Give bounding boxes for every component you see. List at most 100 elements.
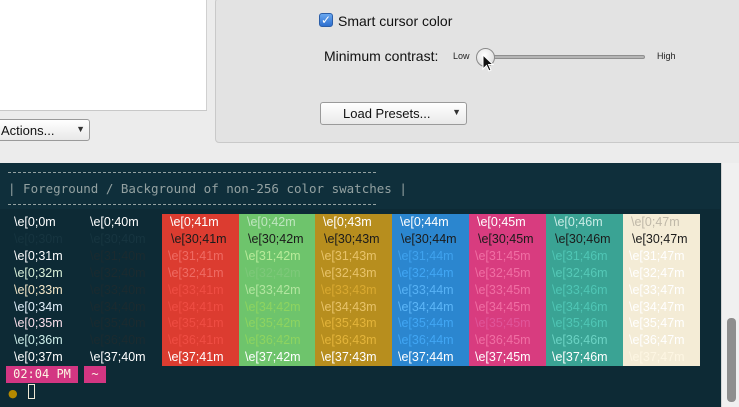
swatch-cell: \e[35;42m [245, 316, 301, 331]
colors-settings-box [215, 0, 739, 143]
swatch-cell: \e[31;40m [90, 248, 146, 263]
swatch-column: \e[0;42m \e[30;42m \e[31;42m \e[32;42m \e[33… [239, 214, 315, 366]
swatch-cell: \e[37;42m [245, 350, 301, 365]
swatch-column: \e[0;46m \e[30;46m \e[31;46m \e[32;46m \e[33… [546, 214, 623, 366]
swatch-cell: \e[0;31m [14, 248, 63, 263]
swatch-cell: \e[36;42m [245, 333, 301, 348]
swatch-cell: \e[0;36m [14, 333, 63, 348]
swatch-cell: \e[33;45m [475, 282, 531, 297]
swatch-cell: \e[34;41m [168, 299, 224, 314]
swatch-cell: \e[35;45m [475, 316, 531, 331]
swatch-cell: \e[33;44m [398, 282, 454, 297]
swatch-cell: \e[34;46m [552, 299, 608, 314]
swatch-cell: \e[33;47m [629, 282, 685, 297]
swatch-cell: \e[0;33m [14, 282, 63, 297]
load-presets-button[interactable]: Load Presets... ▼ [320, 102, 467, 125]
swatch-cell: \e[34;47m [629, 299, 685, 314]
swatch-cell: \e[0;0m [14, 215, 56, 229]
swatch-column: \e[0;45m \e[30;45m \e[31;45m \e[32;45m \e[33… [469, 214, 546, 366]
actions-label: Actions... [1, 123, 55, 138]
swatch-cell: \e[30;40m [90, 231, 146, 246]
minimum-contrast-label: Minimum contrast: [324, 48, 439, 64]
swatch-cell: \e[0;34m [14, 299, 63, 314]
swatch-cell: \e[37;40m [90, 350, 146, 365]
swatch-cell: \e[0;41m [170, 215, 219, 229]
swatch-cell: \e[0;35m [14, 316, 63, 331]
smart-cursor-label: Smart cursor color [338, 13, 453, 29]
terminal-cursor [28, 384, 35, 399]
swatch-cell: \e[0;42m [247, 215, 296, 229]
swatch-cell: \e[32;43m [321, 265, 377, 280]
chevron-down-icon: ▼ [76, 124, 85, 134]
swatch-cell: \e[35;44m [398, 316, 454, 331]
minimum-contrast-slider[interactable] [480, 55, 645, 59]
swatch-cell: \e[0;40m [90, 215, 139, 229]
swatch-cell: \e[30;42m [248, 231, 304, 246]
swatch-cell: \e[33;40m [90, 282, 146, 297]
swatch-cell: \e[32;45m [475, 265, 531, 280]
preferences-pane: Actions... ▼ ✓ Smart cursor color Minimu… [0, 0, 739, 163]
prompt-directory: ~ [84, 366, 106, 383]
swatch-column: \e[0;44m \e[30;44m \e[31;44m \e[32;44m \e[33… [392, 214, 469, 366]
divider [206, 0, 207, 110]
swatch-cell: \e[30;44m [401, 231, 457, 246]
swatch-cell: \e[30;43m [324, 231, 380, 246]
swatch-column: \e[0;40m \e[30;40m \e[31;40m \e[32;40m \e[33… [84, 214, 162, 366]
swatch-cell: \e[0;43m [323, 215, 372, 229]
swatch-cell: \e[35;40m [90, 316, 146, 331]
swatch-cell: \e[31;42m [245, 248, 301, 263]
swatch-cell: \e[32;41m [168, 265, 224, 280]
swatch-cell: \e[31;47m [629, 248, 685, 263]
apple-icon: ● [8, 387, 18, 400]
swatch-cell: \e[36;41m [168, 333, 224, 348]
swatch-cell: \e[34;42m [245, 299, 301, 314]
swatch-cell: \e[32;47m [629, 265, 685, 280]
swatch-cell: \e[31;45m [475, 248, 531, 263]
smart-cursor-checkbox[interactable]: ✓ [319, 13, 333, 27]
swatch-cell: \e[36;43m [321, 333, 377, 348]
swatch-cell: \e[33;46m [552, 282, 608, 297]
slider-low-label: Low [453, 51, 470, 61]
mouse-pointer-icon [482, 54, 494, 72]
swatch-cell: \e[34;43m [321, 299, 377, 314]
swatch-cell: \e[36;46m [552, 333, 608, 348]
swatch-cell: \e[31;43m [321, 248, 377, 263]
swatch-cell: \e[35;47m [629, 316, 685, 331]
swatch-cell: \e[0;30m [14, 231, 63, 246]
swatch-cell: \e[36;40m [90, 333, 146, 348]
swatch-cell: \e[32;40m [90, 265, 146, 280]
swatch-cell: \e[30;47m [632, 231, 688, 246]
swatch-cell: \e[32;46m [552, 265, 608, 280]
scrollbar-thumb[interactable] [727, 318, 736, 402]
swatch-cell: \e[31;41m [168, 248, 224, 263]
swatch-cell: \e[33;42m [245, 282, 301, 297]
swatch-cell: \e[31;44m [398, 248, 454, 263]
actions-popup-button[interactable]: Actions... ▼ [0, 119, 90, 141]
swatch-cell: \e[37;46m [552, 350, 608, 365]
swatch-cell: \e[34;45m [475, 299, 531, 314]
swatch-cell: \e[35;43m [321, 316, 377, 331]
swatch-cell: \e[37;41m [168, 350, 224, 365]
swatch-cell: \e[30;46m [555, 231, 611, 246]
swatch-cell: \e[34;40m [90, 299, 146, 314]
swatch-cell: \e[0;44m [400, 215, 449, 229]
profile-list[interactable] [0, 0, 207, 111]
swatch-cell: \e[0;45m [477, 215, 526, 229]
swatch-column: \e[0;0m \e[0;30m \e[0;31m \e[0;32m \e[0;33m \… [8, 214, 84, 366]
swatch-cell: \e[31;46m [552, 248, 608, 263]
swatch-cell: \e[0;37m [14, 350, 63, 365]
load-presets-label: Load Presets... [343, 106, 431, 121]
swatch-cell: \e[30;41m [171, 231, 227, 246]
slider-high-label: High [657, 51, 676, 61]
swatch-column: \e[0;43m \e[30;43m \e[31;43m \e[32;43m \e[33… [315, 214, 392, 366]
swatch-cell: \e[34;44m [398, 299, 454, 314]
swatch-cell: \e[36;45m [475, 333, 531, 348]
swatch-cell: \e[0;46m [554, 215, 603, 229]
swatch-cell: \e[36;47m [629, 333, 685, 348]
swatch-cell: \e[0;47m [631, 215, 680, 229]
swatch-cell: \e[35;46m [552, 316, 608, 331]
swatch-cell: \e[37;45m [475, 350, 531, 365]
swatch-cell: \e[37;44m [398, 350, 454, 365]
banner-text: | Foreground / Background of non-256 col… [8, 181, 407, 196]
swatch-cell: \e[33;43m [321, 282, 377, 297]
